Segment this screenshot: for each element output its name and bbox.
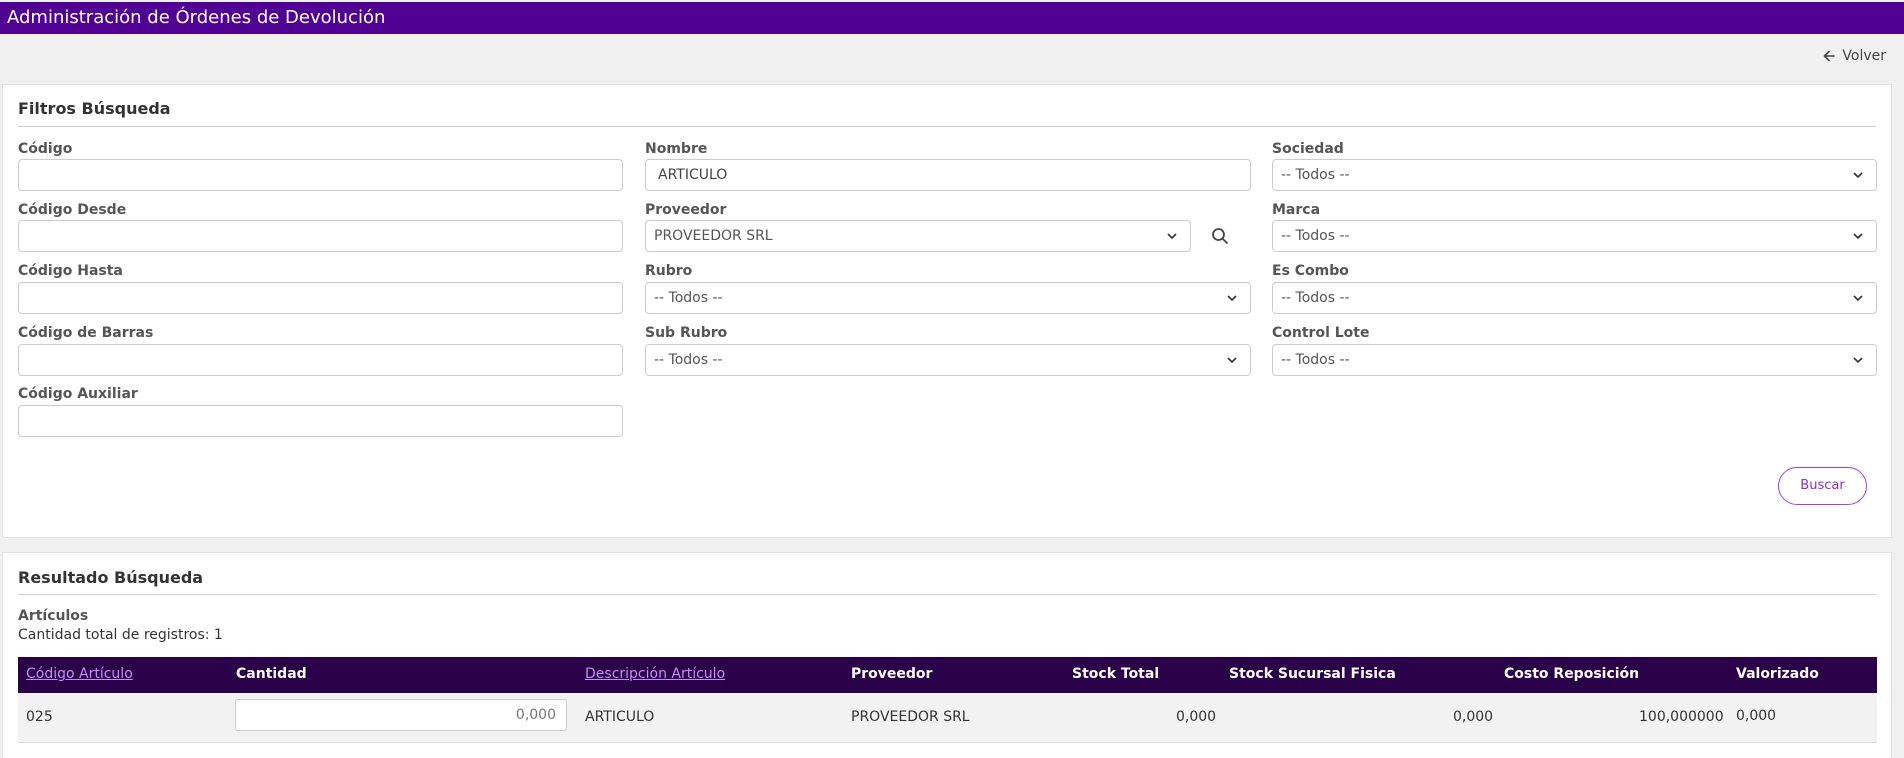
sociedad-select[interactable]: -- Todos -- [1272,159,1877,191]
table-row: 025 0,000 ARTICULO PROVEEDOR SRL 0,000 0… [18,693,1877,743]
rubro-value: -- Todos -- [654,290,723,306]
codigo-desde-label: Código Desde [18,202,127,218]
filters-panel: Filtros Búsqueda Código Código Desde Cód… [2,84,1892,538]
column-header-codigo[interactable]: Código Artículo [26,666,133,682]
filters-title: Filtros Búsqueda [18,99,171,118]
chevron-down-icon [1167,233,1177,240]
results-subtitle: Artículos [18,608,89,624]
proveedor-label: Proveedor [645,202,727,218]
quantity-input[interactable]: 0,000 [235,699,567,731]
sub-rubro-value: -- Todos -- [654,352,723,368]
chevron-down-icon [1227,357,1237,364]
back-label: Volver [1842,48,1886,64]
app-header: Administración de Órdenes de Devolución [0,2,1904,34]
codigo-label: Código [18,141,73,157]
control-lote-value: -- Todos -- [1281,352,1350,368]
codigo-auxiliar-label: Código Auxiliar [18,386,138,402]
column-header-proveedor: Proveedor [851,666,933,682]
results-title: Resultado Búsqueda [18,568,204,587]
arrow-left-icon [1824,50,1836,62]
cell-stock-sucursal: 0,000 [1453,709,1494,725]
rubro-label: Rubro [645,263,693,279]
results-panel: Resultado Búsqueda Artículos Cantidad to… [2,552,1892,758]
chevron-down-icon [1227,295,1237,302]
proveedor-value: PROVEEDOR SRL [654,228,773,244]
search-icon[interactable] [1211,227,1229,245]
codigo-hasta-input[interactable] [18,282,623,314]
control-lote-select[interactable]: -- Todos -- [1272,344,1877,376]
sociedad-label: Sociedad [1272,141,1344,157]
chevron-down-icon [1853,295,1863,302]
codigo-desde-input[interactable] [18,220,623,252]
marca-value: -- Todos -- [1281,228,1350,244]
nombre-label: Nombre [645,141,708,157]
divider [18,126,1876,127]
cell-codigo: 025 [26,709,53,725]
codigo-hasta-label: Código Hasta [18,263,123,279]
codigo-barras-input[interactable] [18,344,623,376]
codigo-barras-label: Código de Barras [18,325,154,341]
column-header-stock-sucursal: Stock Sucursal Fisica [1229,666,1396,682]
cell-costo: 100,000000 [1639,709,1724,725]
rubro-select[interactable]: -- Todos -- [645,282,1251,314]
column-header-stock-total: Stock Total [1072,666,1160,682]
column-header-descripcion[interactable]: Descripción Artículo [585,666,725,682]
column-header-costo: Costo Reposición [1504,666,1640,682]
cell-stock-total: 0,000 [1176,709,1217,725]
sub-rubro-select[interactable]: -- Todos -- [645,344,1251,376]
sociedad-value: -- Todos -- [1281,167,1350,183]
page-title: Administración de Órdenes de Devolución [7,7,386,28]
back-button[interactable]: Volver [1822,48,1886,64]
cell-descripcion: ARTICULO [585,709,655,725]
es-combo-select[interactable]: -- Todos -- [1272,282,1877,314]
marca-label: Marca [1272,202,1321,218]
chevron-down-icon [1853,172,1863,179]
chevron-down-icon [1853,357,1863,364]
nombre-input[interactable]: ARTICULO [645,159,1251,191]
codigo-auxiliar-input[interactable] [18,405,623,437]
es-combo-label: Es Combo [1272,263,1349,279]
cell-valorizado: 0,000 [1736,708,1777,724]
sub-rubro-label: Sub Rubro [645,325,728,341]
marca-select[interactable]: -- Todos -- [1272,220,1877,252]
records-count: Cantidad total de registros: 1 [18,627,223,643]
cell-proveedor: PROVEEDOR SRL [851,709,970,725]
es-combo-value: -- Todos -- [1281,290,1350,306]
column-header-valorizado: Valorizado [1736,666,1819,682]
chevron-down-icon [1853,233,1863,240]
divider [18,594,1876,595]
codigo-input[interactable] [18,159,623,191]
table-header: Código Artículo Cantidad Descripción Art… [18,657,1877,693]
column-header-cantidad: Cantidad [236,666,307,682]
proveedor-select[interactable]: PROVEEDOR SRL [645,220,1191,252]
search-button[interactable]: Buscar [1778,467,1867,505]
control-lote-label: Control Lote [1272,325,1370,341]
